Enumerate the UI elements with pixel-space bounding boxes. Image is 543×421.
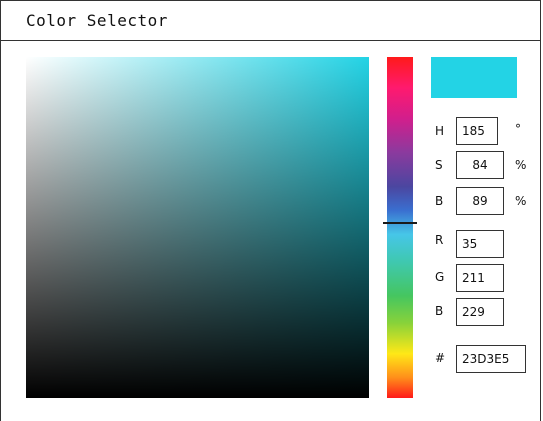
- red-field[interactable]: [456, 230, 504, 258]
- blue-field[interactable]: [456, 298, 504, 326]
- brightness-label: B: [435, 194, 444, 208]
- color-selector-window: Color Selector H ° S % B % R G B #: [0, 0, 541, 421]
- brightness-field[interactable]: [456, 187, 504, 215]
- hex-label: #: [435, 351, 446, 365]
- green-label: G: [435, 270, 445, 284]
- saturation-label: S: [435, 158, 443, 172]
- hue-slider-marker[interactable]: [383, 222, 417, 224]
- hue-slider[interactable]: [387, 57, 413, 398]
- green-field[interactable]: [456, 264, 504, 292]
- hue-field[interactable]: [456, 117, 498, 145]
- window-title: Color Selector: [26, 11, 168, 30]
- saturation-field[interactable]: [456, 151, 504, 179]
- saturation-unit: %: [515, 158, 527, 172]
- red-label: R: [435, 233, 444, 247]
- hex-field[interactable]: [456, 345, 526, 373]
- hue-label: H: [435, 124, 445, 138]
- degree-unit: °: [515, 122, 521, 136]
- color-preview-swatch: [431, 57, 517, 98]
- saturation-brightness-picker[interactable]: [26, 57, 369, 398]
- title-bar: Color Selector: [1, 1, 540, 41]
- brightness-unit: %: [515, 194, 527, 208]
- blue-label: B: [435, 304, 444, 318]
